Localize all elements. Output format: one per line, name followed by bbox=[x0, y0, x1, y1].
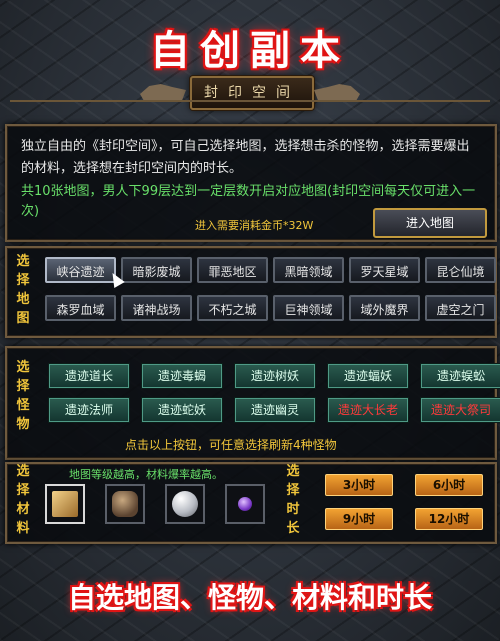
monster-button[interactable]: 遗迹树妖 bbox=[235, 364, 315, 388]
entry-cost: 进入需要消耗金币*32W bbox=[195, 219, 314, 232]
footer-caption: 自选地图、怪物、材料和时长 bbox=[67, 581, 432, 614]
map-grid: 峡谷遗迹 暗影废城 罪恶地区 黑暗领域 罗天星域 昆仑仙境森罗血域 诸神战场 不朽之城 巨神领域… bbox=[45, 257, 496, 321]
map-button[interactable]: 诸神战场 bbox=[121, 295, 192, 321]
monster-hint: 点击以上按钮，可任意选择刷新4种怪物 bbox=[125, 438, 337, 452]
material-hint: 地图等级越高，材料爆率越高。 bbox=[69, 468, 223, 481]
map-button[interactable]: 域外魔界 bbox=[349, 295, 420, 321]
enter-map-button[interactable]: 进入地图 bbox=[373, 208, 487, 238]
map-button[interactable]: 罪恶地区 bbox=[197, 257, 268, 283]
map-button[interactable]: 罗天星域 bbox=[349, 257, 420, 283]
map-select-label: 选择地图 bbox=[16, 254, 30, 326]
monster-grid: 遗迹道长 遗迹毒蝎 遗迹树妖 遗迹蝠妖 遗迹蜈蚣遗迹法师 遗迹蛇妖 遗迹幽灵 遗迹大长老 遗迹大… bbox=[49, 364, 500, 422]
map-button[interactable]: 虚空之门 bbox=[425, 295, 496, 321]
map-button[interactable]: 昆仑仙境 bbox=[425, 257, 496, 283]
map-button[interactable]: 黑暗领域 bbox=[273, 257, 344, 283]
divider bbox=[10, 100, 490, 102]
duration-3h-button[interactable]: 3小时 bbox=[325, 474, 393, 496]
map-button[interactable]: 巨神领域 bbox=[273, 295, 344, 321]
intro-panel: 独立自由的《封印空间》，可自己选择地图，选择想击杀的怪物，选择需要爆出的材料，选… bbox=[5, 124, 497, 242]
material-slot-ore[interactable] bbox=[105, 484, 145, 524]
material-select-label: 选择材料 bbox=[16, 464, 30, 536]
monster-button[interactable]: 遗迹蛇妖 bbox=[142, 398, 222, 422]
monster-button[interactable]: 遗迹大长老 bbox=[328, 398, 408, 422]
duration-12h-button[interactable]: 12小时 bbox=[415, 508, 483, 530]
pearl-icon bbox=[172, 491, 198, 517]
monster-button[interactable]: 遗迹毒蝎 bbox=[142, 364, 222, 388]
material-slot-pearl[interactable] bbox=[165, 484, 205, 524]
monster-select-panel: 选择怪物 遗迹道长 遗迹毒蝎 遗迹树妖 遗迹蝠妖 遗迹蜈蚣 遗迹法师 遗迹蛇妖 遗迹幽灵 遗迹大… bbox=[5, 346, 500, 460]
intro-description: 独立自由的《封印空间》，可自己选择地图，选择想击杀的怪物，选择需要爆出的材料，选… bbox=[21, 139, 470, 176]
monster-button[interactable]: 遗迹蜈蚣 bbox=[421, 364, 500, 388]
purple-gem-icon bbox=[238, 497, 252, 511]
map-button[interactable]: 森罗血域 bbox=[45, 295, 116, 321]
monster-button[interactable]: 遗迹法师 bbox=[49, 398, 129, 422]
monster-button[interactable]: 遗迹道长 bbox=[49, 364, 129, 388]
duration-select-label: 选择时长 bbox=[286, 464, 300, 536]
material-slot-gem[interactable] bbox=[225, 484, 265, 524]
map-select-panel: 选择地图 峡谷遗迹 暗影废城 罪恶地区 黑暗领域 罗天星域 昆仑仙境森罗血域 诸神战场 不朽之… bbox=[5, 246, 497, 338]
map-button[interactable]: 不朽之城 bbox=[197, 295, 268, 321]
page-title: 自创副本 bbox=[150, 28, 350, 74]
scroll-icon bbox=[52, 491, 78, 517]
duration-9h-button[interactable]: 9小时 bbox=[325, 508, 393, 530]
duration-6h-button[interactable]: 6小时 bbox=[415, 474, 483, 496]
monster-select-label: 选择怪物 bbox=[16, 360, 30, 432]
ore-icon bbox=[112, 491, 138, 517]
monster-button[interactable]: 遗迹蝠妖 bbox=[328, 364, 408, 388]
map-button[interactable]: 暗影废城 bbox=[121, 257, 192, 283]
material-slot-scroll[interactable] bbox=[45, 484, 85, 524]
material-duration-panel: 选择材料 地图等级越高，材料爆率越高。 选择时长 3小时 6小时 9小时 12小… bbox=[5, 462, 497, 544]
section-banner: 封印空间 bbox=[190, 76, 314, 110]
monster-button[interactable]: 遗迹幽灵 bbox=[235, 398, 315, 422]
map-button[interactable]: 峡谷遗迹 bbox=[45, 257, 116, 283]
monster-button[interactable]: 遗迹大祭司 bbox=[421, 398, 500, 422]
